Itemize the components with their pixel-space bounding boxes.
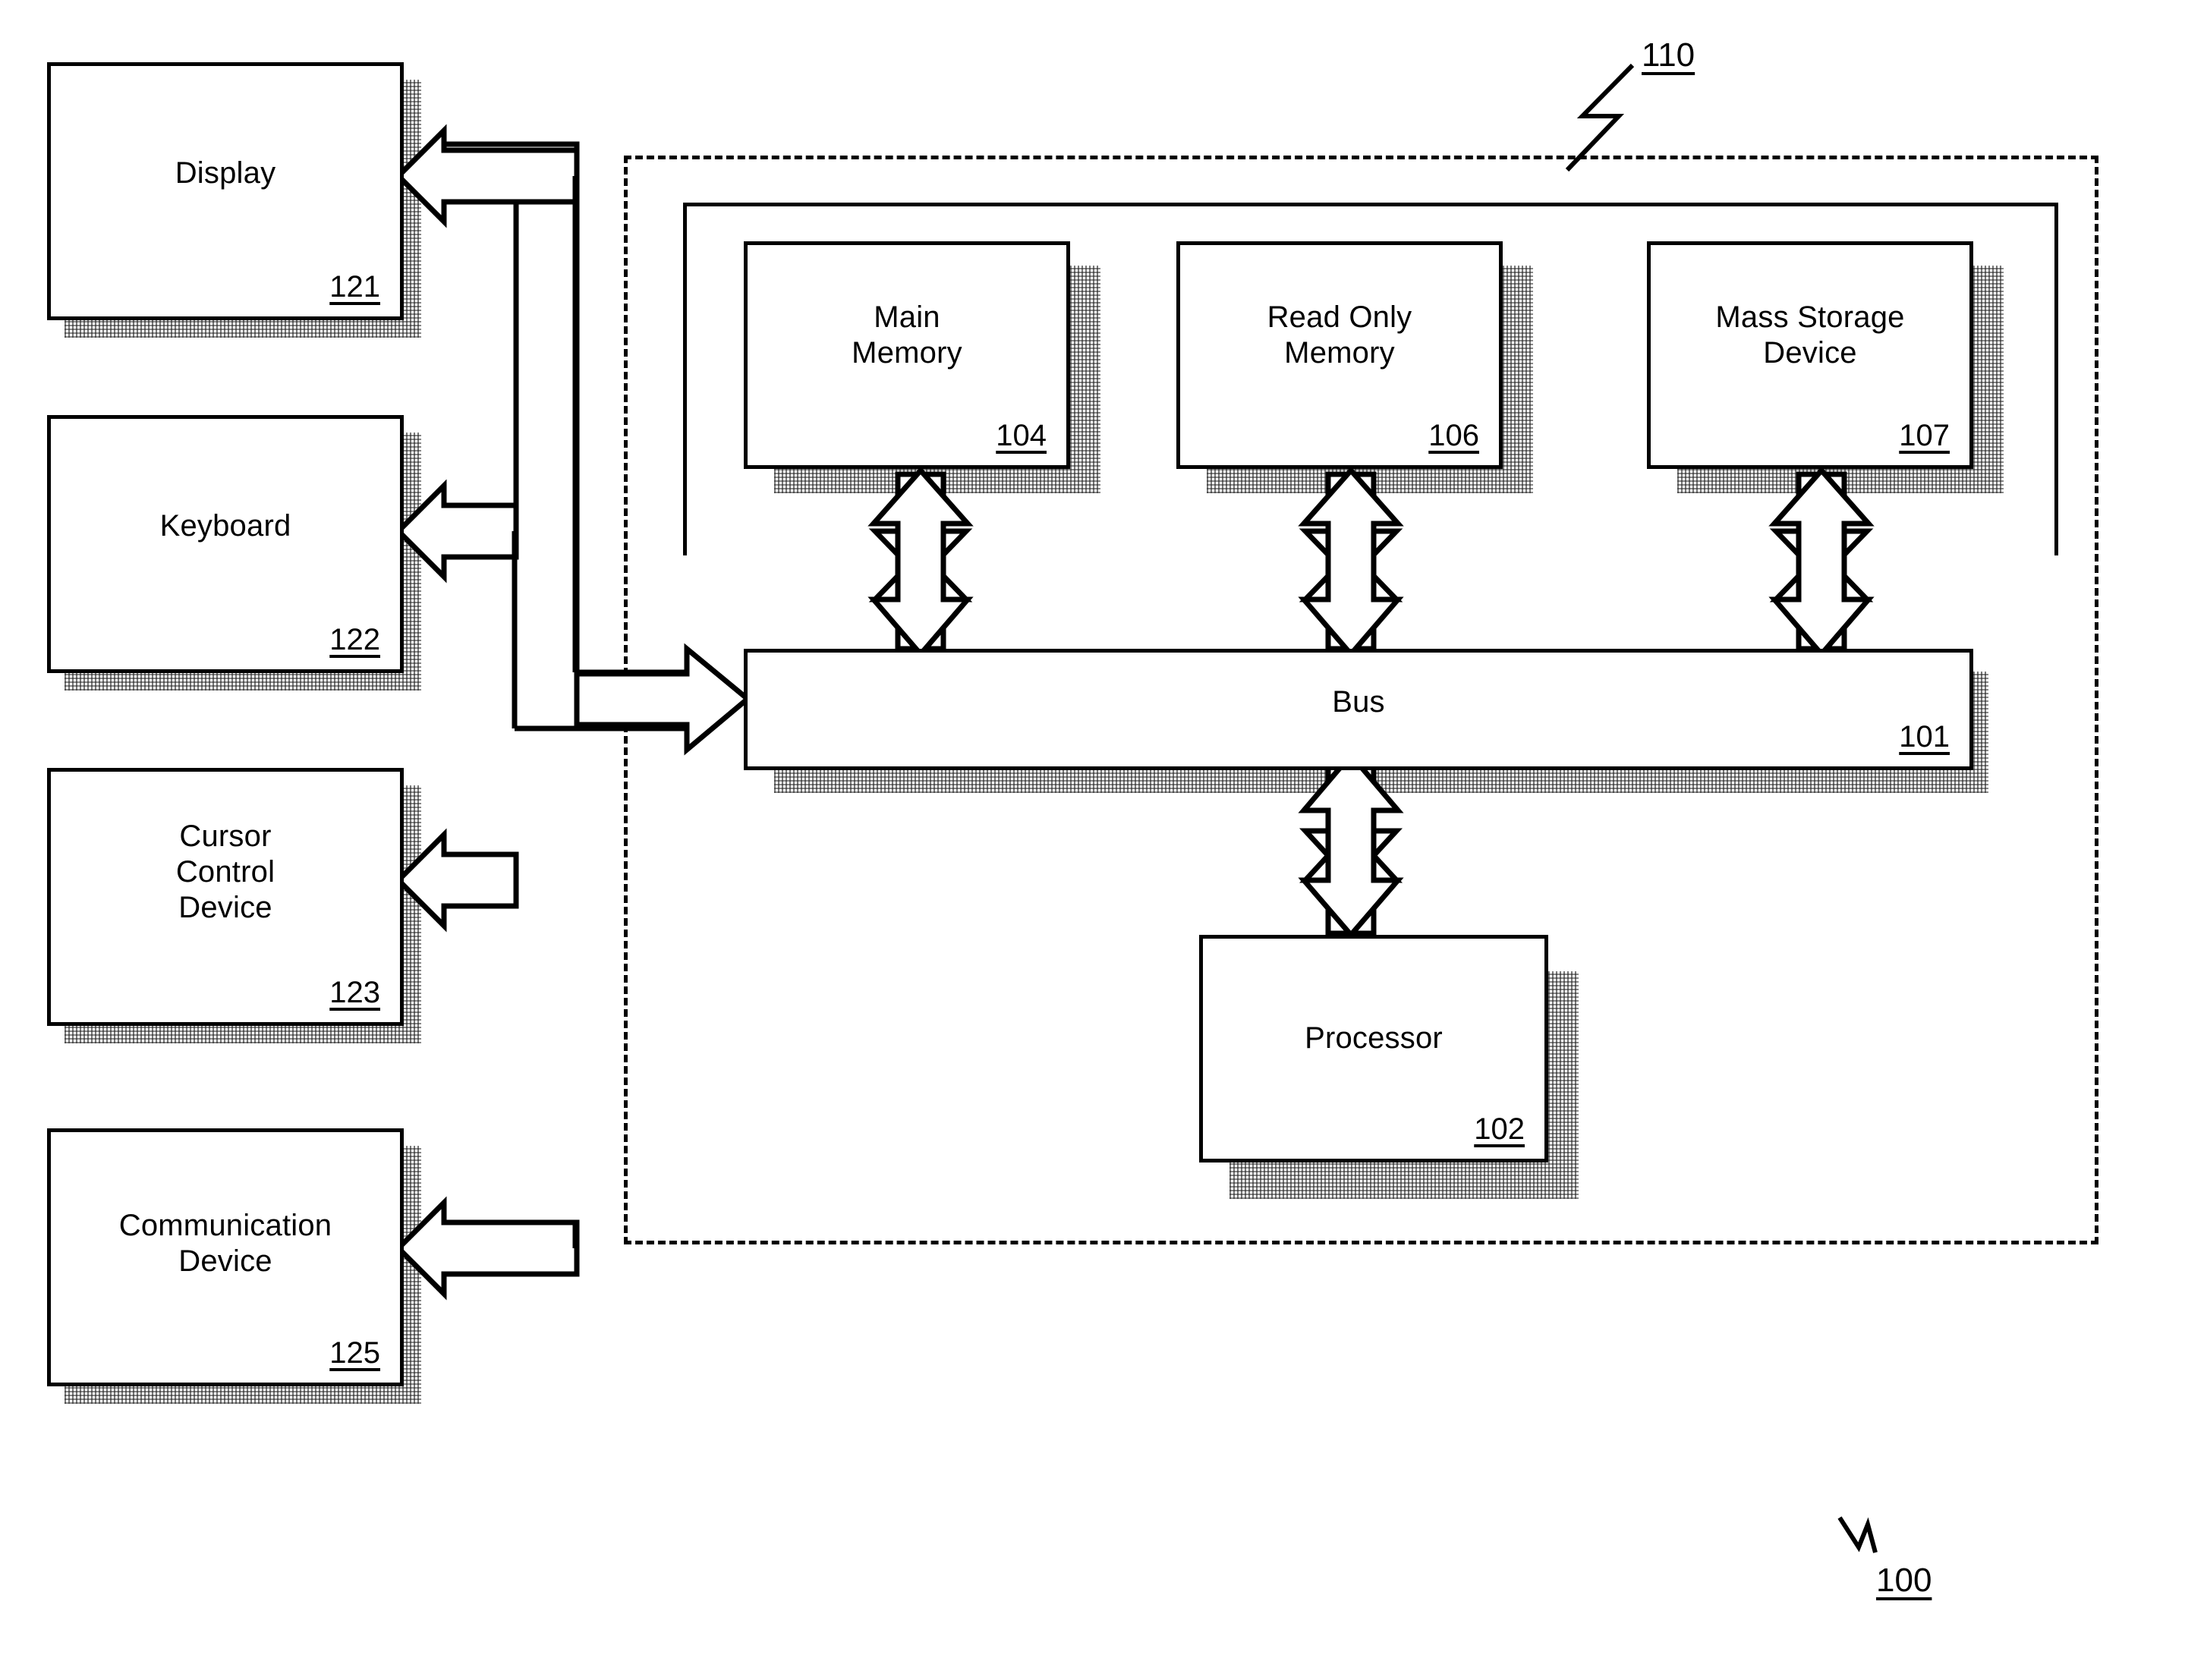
block-title: Bus xyxy=(1332,685,1385,719)
block-bus[interactable]: Bus 101 xyxy=(744,649,1973,770)
block-refnum: 102 xyxy=(1474,1112,1525,1146)
label-figure-100: 100 xyxy=(1876,1562,1932,1599)
block-cursor-control-device[interactable]: Cursor Control Device 123 xyxy=(47,768,404,1026)
block-display[interactable]: Display 121 xyxy=(47,62,404,320)
block-title: Display xyxy=(175,156,276,190)
block-refnum: 125 xyxy=(329,1336,380,1370)
block-keyboard[interactable]: Keyboard 122 xyxy=(47,415,404,673)
block-main-memory[interactable]: Main Memory 104 xyxy=(744,241,1070,469)
block-title: Mass Storage Device xyxy=(1715,300,1905,370)
block-title: Cursor Control Device xyxy=(175,820,275,925)
block-title: Communication Device xyxy=(118,1209,332,1279)
block-communication-device[interactable]: Communication Device 125 xyxy=(47,1128,404,1386)
block-read-only-memory[interactable]: Read Only Memory 106 xyxy=(1176,241,1503,469)
block-title: Main Memory xyxy=(852,300,962,370)
block-refnum: 107 xyxy=(1899,419,1950,452)
arrow-to-communication-device xyxy=(395,1196,580,1301)
block-refnum: 104 xyxy=(996,419,1047,452)
block-refnum: 101 xyxy=(1899,720,1950,753)
block-refnum: 121 xyxy=(329,270,380,304)
block-title: Processor xyxy=(1305,1021,1443,1055)
block-title: Keyboard xyxy=(159,509,291,543)
block-processor[interactable]: Processor 102 xyxy=(1199,935,1548,1162)
block-diagram: Display 121 Keyboard 122 Cursor Control … xyxy=(0,0,2185,1680)
lead-line-110 xyxy=(1565,63,1635,172)
block-mass-storage-device[interactable]: Mass Storage Device 107 xyxy=(1647,241,1973,469)
figure-canvas: Display 121 Keyboard 122 Cursor Control … xyxy=(0,0,2185,1680)
arrow-to-display xyxy=(395,124,580,228)
block-refnum: 106 xyxy=(1428,419,1479,452)
block-refnum: 123 xyxy=(329,976,380,1009)
block-title: Read Only Memory xyxy=(1267,300,1412,370)
block-refnum: 122 xyxy=(329,623,380,656)
lead-line-100 xyxy=(1837,1516,1878,1553)
label-system-110: 110 xyxy=(1642,36,1695,74)
